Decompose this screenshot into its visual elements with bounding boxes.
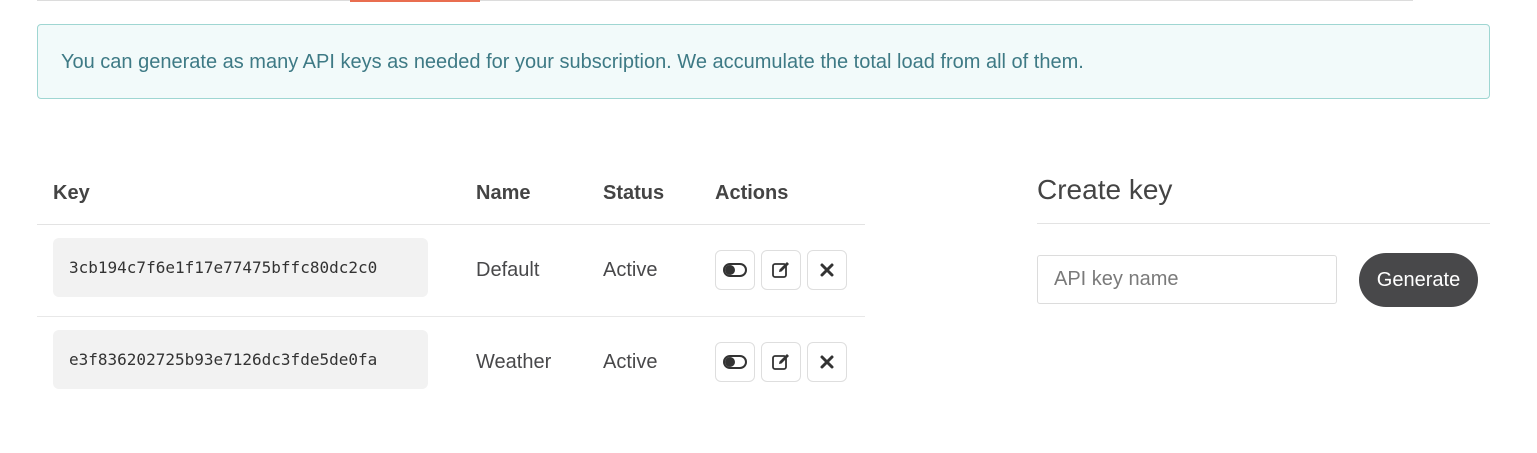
row-actions	[715, 250, 865, 290]
key-name: Weather	[476, 350, 552, 373]
header-actions: Actions	[699, 163, 865, 225]
delete-key-button[interactable]	[807, 250, 847, 290]
edit-icon	[772, 354, 789, 371]
key-cell: e3f836202725b93e7126dc3fde5de0fa	[37, 316, 460, 408]
header-status: Status	[587, 163, 699, 225]
api-key-name-input[interactable]	[1037, 255, 1337, 304]
key-status: Active	[603, 350, 658, 373]
api-keys-table: Key Name Status Actions 3cb194c7f6e1f17e…	[37, 163, 865, 408]
create-key-title: Create key	[1037, 174, 1173, 205]
alert-message: You can generate as many API keys as nee…	[61, 51, 1084, 73]
close-icon	[820, 263, 834, 277]
close-icon	[820, 355, 834, 369]
edit-icon	[772, 262, 789, 278]
actions-cell	[699, 316, 865, 408]
table-row: e3f836202725b93e7126dc3fde5de0fa Weather…	[37, 316, 865, 408]
info-alert: You can generate as many API keys as nee…	[37, 24, 1490, 99]
api-key-value[interactable]: 3cb194c7f6e1f17e77475bffc80dc2c0	[53, 237, 428, 297]
key-status: Active	[587, 224, 699, 317]
header-key: Key	[37, 163, 460, 225]
key-cell: 3cb194c7f6e1f17e77475bffc80dc2c0	[37, 224, 460, 317]
active-tab-indicator	[350, 0, 480, 2]
edit-key-button[interactable]	[761, 342, 801, 383]
header-name: Name	[460, 163, 587, 225]
create-key-divider	[1037, 223, 1490, 224]
toggle-status-button[interactable]	[715, 250, 755, 290]
top-divider	[37, 0, 1413, 1]
key-name: Default	[460, 224, 587, 317]
api-key-value[interactable]: e3f836202725b93e7126dc3fde5de0fa	[53, 329, 428, 389]
toggle-status-button[interactable]	[715, 342, 755, 383]
table-row: 3cb194c7f6e1f17e77475bffc80dc2c0 Default…	[37, 224, 865, 317]
actions-cell	[699, 224, 865, 317]
edit-key-button[interactable]	[761, 250, 801, 290]
table-header-row: Key Name Status Actions	[37, 163, 865, 225]
toggle-icon	[723, 355, 747, 370]
generate-button[interactable]: Generate	[1359, 253, 1478, 307]
delete-key-button[interactable]	[807, 342, 847, 383]
toggle-icon	[723, 263, 747, 277]
row-actions	[715, 342, 865, 383]
